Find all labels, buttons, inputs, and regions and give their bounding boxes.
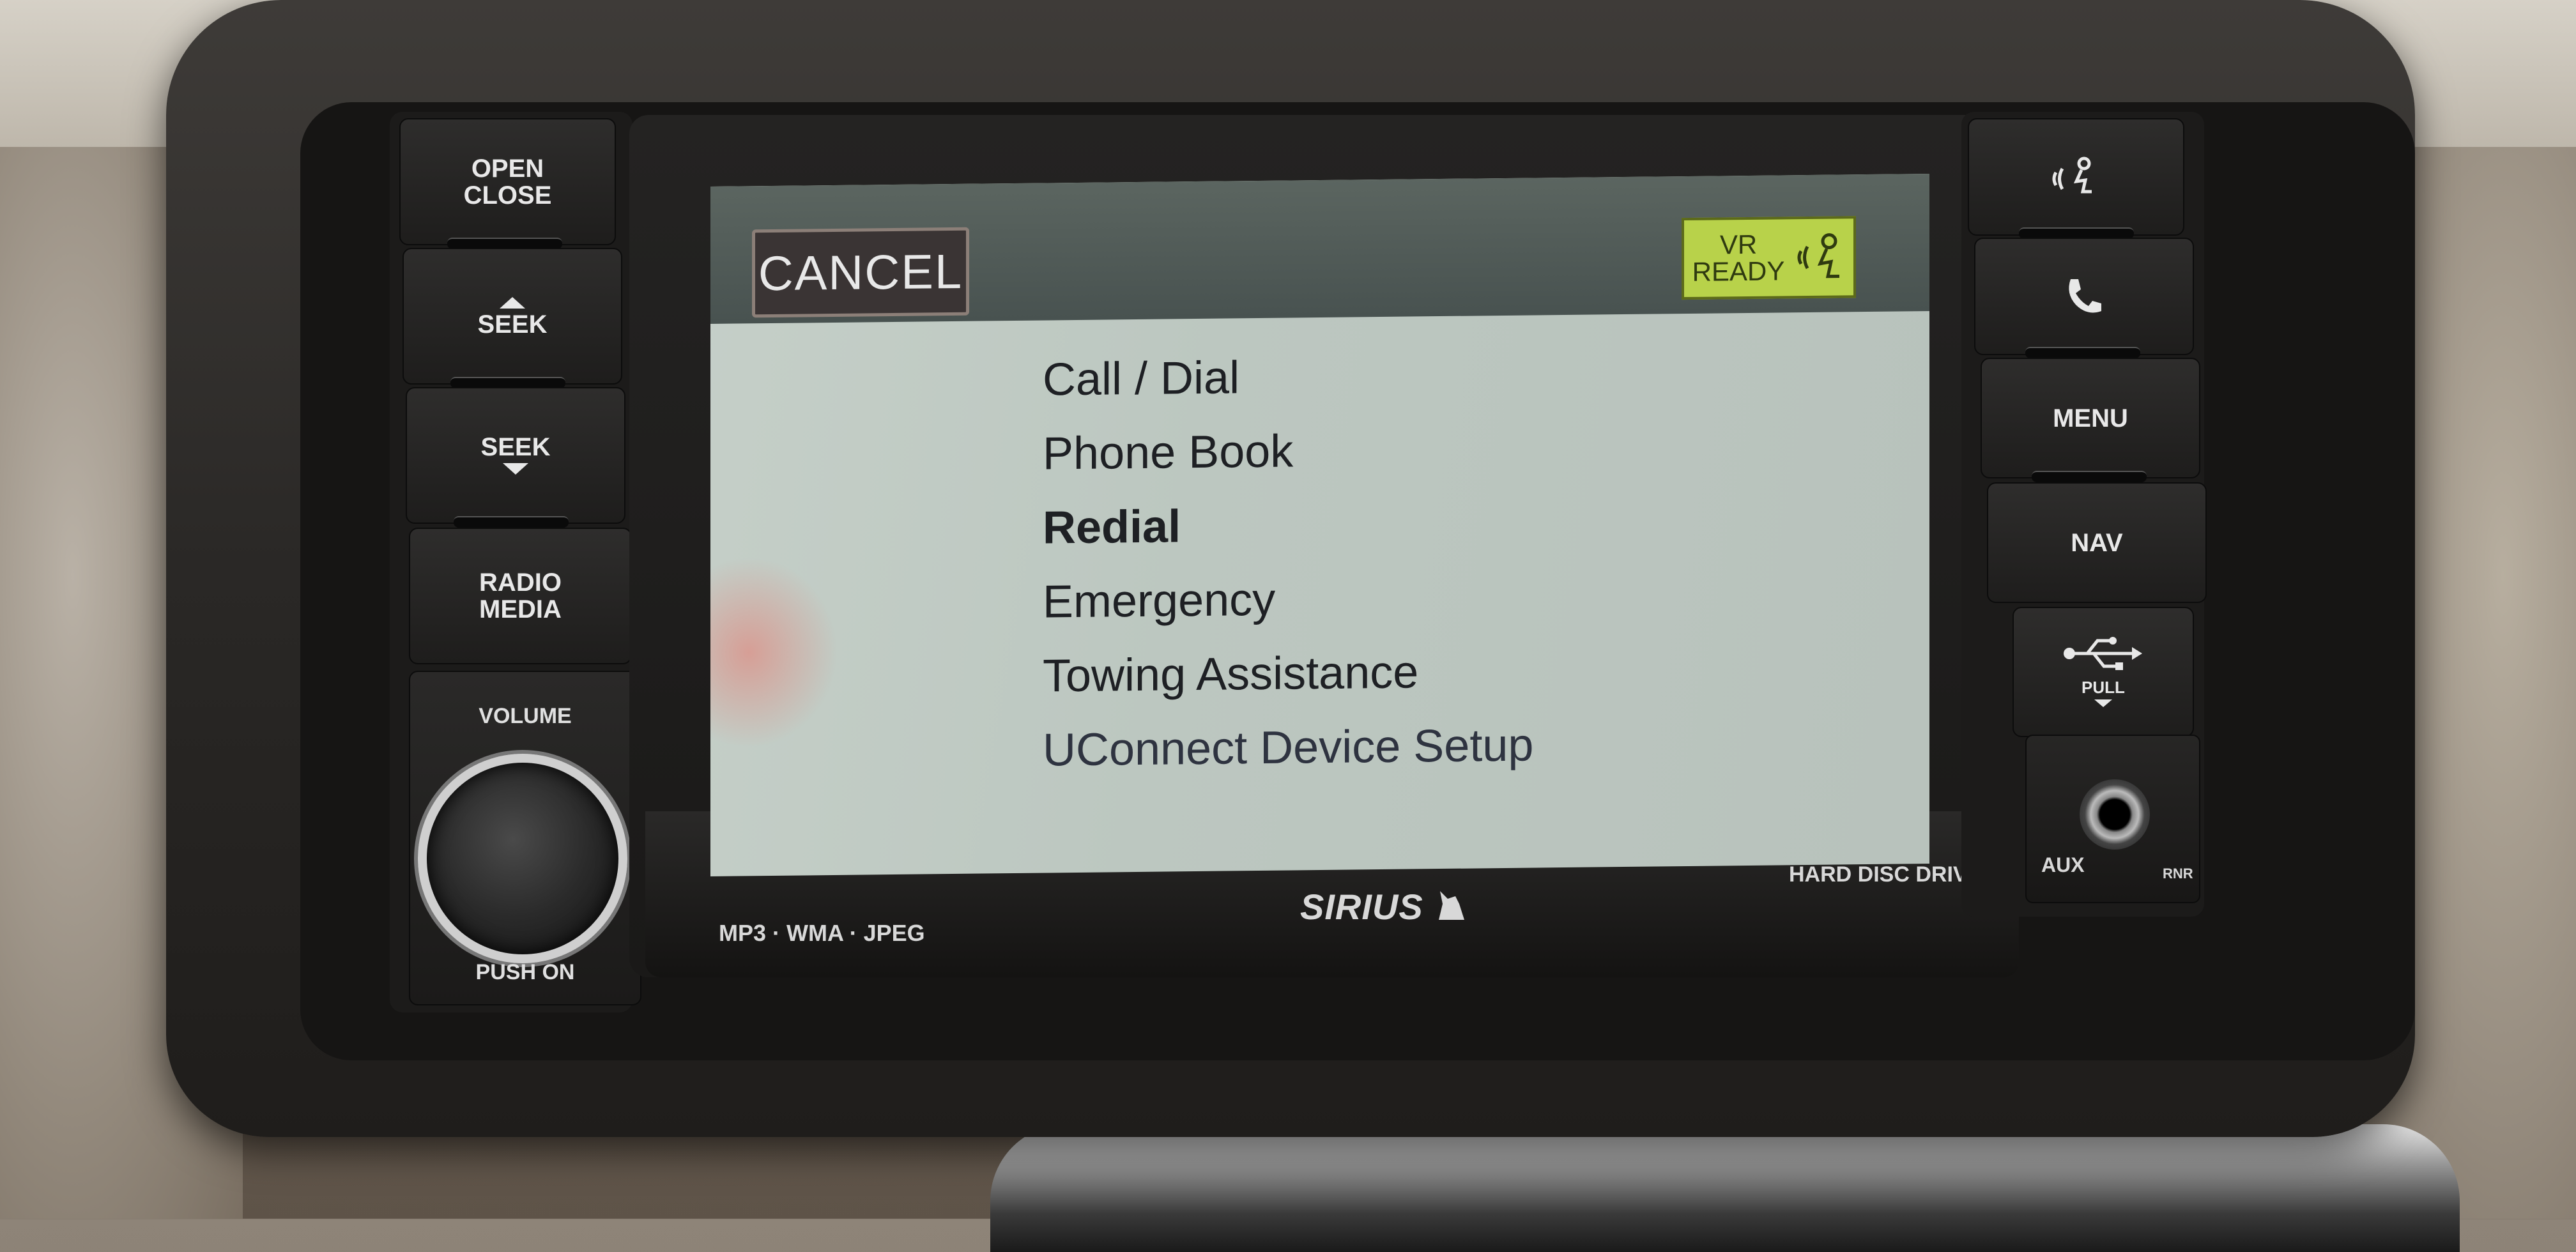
seek-up-button[interactable]: SEEK <box>402 248 622 385</box>
sirius-logo-text: SIRIUS <box>1300 887 1423 927</box>
voice-command-button[interactable] <box>1968 118 2184 236</box>
sirius-dog-icon <box>1439 891 1465 920</box>
usb-icon <box>2064 637 2142 671</box>
menu-item-redial[interactable]: Redial <box>1043 482 1873 565</box>
aux-input-jack[interactable] <box>2080 779 2150 850</box>
vr-ready-badge[interactable]: VR READY <box>1682 216 1856 300</box>
phone-menu-list: Call / Dial Phone Book Redial Emergency … <box>1043 334 1873 788</box>
menu-item-towing-assistance[interactable]: Towing Assistance <box>1043 630 1873 714</box>
menu-item-uconnect-device-setup[interactable]: UConnect Device Setup <box>1043 705 1873 788</box>
menu-item-emergency[interactable]: Emergency <box>1043 556 1873 639</box>
open-close-label: OPEN CLOSE <box>463 154 552 210</box>
seek-down-button[interactable]: SEEK <box>406 387 625 524</box>
seek-down-arrow-icon <box>503 463 528 475</box>
nav-button[interactable]: NAV <box>1987 482 2207 603</box>
menu-label: MENU <box>2053 404 2128 432</box>
voice-command-icon <box>2052 156 2092 194</box>
volume-knob[interactable] <box>418 754 627 963</box>
chrome-trim <box>990 1124 2460 1252</box>
seek-up-arrow-icon <box>500 297 525 309</box>
push-on-label: PUSH ON <box>475 960 575 984</box>
usb-port-cover[interactable]: PULL <box>2012 607 2194 737</box>
cancel-button[interactable]: CANCEL <box>752 227 969 318</box>
open-close-button[interactable]: OPEN CLOSE <box>399 118 616 245</box>
seek-up-label: SEEK <box>477 310 548 339</box>
seek-down-label: SEEK <box>480 433 551 461</box>
button-divider <box>2032 471 2147 482</box>
menu-item-call-dial[interactable]: Call / Dial <box>1043 334 1873 417</box>
menu-item-phone-book[interactable]: Phone Book <box>1043 408 1873 491</box>
aux-label: AUX <box>2041 853 2085 876</box>
hard-disc-drive-label: HARD DISC DRIVE <box>1789 862 1982 887</box>
button-divider <box>454 516 569 528</box>
menu-button[interactable]: MENU <box>1981 358 2200 478</box>
formats-label: MP3 · WMA · JPEG <box>719 920 925 946</box>
pull-label: PULL <box>2082 678 2125 698</box>
volume-control: VOLUME PUSH ON <box>409 671 641 1005</box>
vr-ready-label: VR READY <box>1692 229 1785 287</box>
touchscreen: CANCEL VR READY Call / Dial Phone Book R… <box>710 174 1929 876</box>
nav-label: NAV <box>2071 528 2123 557</box>
voice-speaking-icon <box>1793 218 1850 296</box>
rnr-label: RNR <box>2163 866 2193 882</box>
phone-icon <box>2069 279 2101 313</box>
radio-media-label: RADIO MEDIA <box>479 569 562 623</box>
radio-media-button[interactable]: RADIO MEDIA <box>409 528 632 664</box>
volume-label: VOLUME <box>479 704 572 728</box>
button-divider <box>2025 347 2140 358</box>
sirius-logo: SIRIUS <box>1300 885 1468 928</box>
phone-button[interactable] <box>1974 238 2194 355</box>
pull-arrow-icon <box>2094 699 2112 707</box>
